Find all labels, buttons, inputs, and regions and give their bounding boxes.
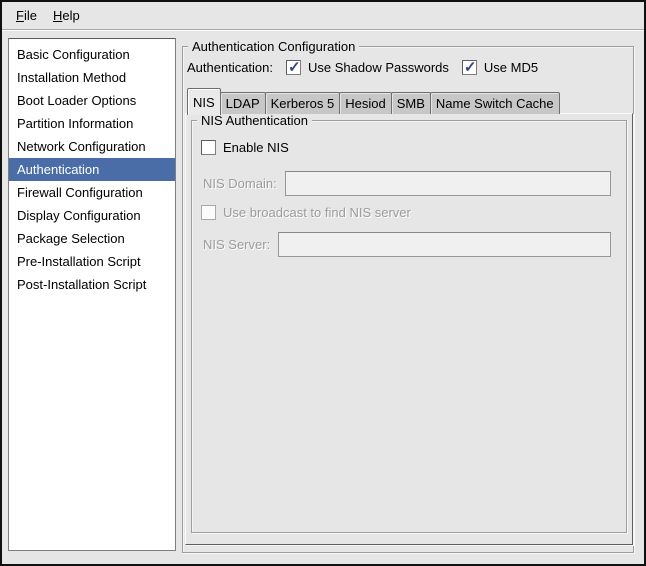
nis-server-row: NIS Server: — [192, 232, 626, 257]
nis-domain-label: NIS Domain: — [203, 171, 277, 196]
sidebar-item-network-configuration[interactable]: Network Configuration — [9, 135, 175, 158]
authentication-configuration-frame: Authentication Configuration Authenticat… — [182, 46, 634, 553]
menu-file[interactable]: File — [8, 5, 45, 26]
authentication-options-row: Authentication: Use Shadow Passwords Use… — [187, 58, 538, 76]
tab-ldap[interactable]: LDAP — [220, 92, 266, 114]
tab-smb[interactable]: SMB — [391, 92, 431, 114]
sidebar-item-display-configuration[interactable]: Display Configuration — [9, 204, 175, 227]
broadcast-label: Use broadcast to find NIS server — [223, 205, 411, 220]
nis-server-input — [278, 232, 611, 257]
broadcast-checkbox — [201, 205, 216, 220]
enable-nis-label: Enable NIS — [223, 140, 289, 155]
menu-help-label: elp — [62, 8, 79, 23]
nis-server-label: NIS Server: — [203, 232, 270, 257]
enable-nis-checkbox[interactable] — [201, 140, 216, 155]
sidebar-item-basic-configuration[interactable]: Basic Configuration — [9, 43, 175, 66]
menu-file-label: ile — [24, 8, 37, 23]
sidebar-item-boot-loader-options[interactable]: Boot Loader Options — [9, 89, 175, 112]
broadcast-option: Use broadcast to find NIS server — [201, 205, 411, 220]
nis-authentication-frame: NIS Authentication Enable NIS NIS Domain… — [191, 120, 627, 533]
sidebar-item-installation-method[interactable]: Installation Method — [9, 66, 175, 89]
sidebar-item-partition-information[interactable]: Partition Information — [9, 112, 175, 135]
tab-bar: NISLDAPKerberos 5HesiodSMBName Switch Ca… — [187, 88, 559, 114]
tab-kerberos-5[interactable]: Kerberos 5 — [265, 92, 341, 114]
tab-nis[interactable]: NIS — [187, 88, 221, 115]
sidebar-item-authentication[interactable]: Authentication — [9, 158, 175, 181]
tab-name-switch-cache[interactable]: Name Switch Cache — [430, 92, 560, 114]
use-shadow-passwords-option[interactable]: Use Shadow Passwords — [286, 60, 449, 75]
sidebar-item-post-installation-script[interactable]: Post-Installation Script — [9, 273, 175, 296]
menu-bar: File Help — [2, 2, 644, 30]
menu-help-mnemonic: H — [53, 8, 62, 23]
nis-domain-row: NIS Domain: — [192, 171, 626, 196]
nis-tab-panel: NIS Authentication Enable NIS NIS Domain… — [185, 113, 633, 545]
sidebar-item-pre-installation-script[interactable]: Pre-Installation Script — [9, 250, 175, 273]
menu-help[interactable]: Help — [45, 5, 88, 26]
use-shadow-passwords-checkbox[interactable] — [286, 60, 301, 75]
authentication-configuration-frame-title: Authentication Configuration — [188, 39, 359, 54]
nis-domain-input — [285, 171, 611, 196]
sidebar-list: Basic ConfigurationInstallation MethodBo… — [8, 38, 176, 551]
sidebar-item-package-selection[interactable]: Package Selection — [9, 227, 175, 250]
menu-file-mnemonic: F — [16, 8, 24, 23]
authentication-label: Authentication: — [187, 60, 286, 75]
nis-authentication-frame-title: NIS Authentication — [197, 113, 312, 128]
sidebar-item-firewall-configuration[interactable]: Firewall Configuration — [9, 181, 175, 204]
enable-nis-option[interactable]: Enable NIS — [201, 140, 289, 155]
use-md5-label: Use MD5 — [484, 60, 538, 75]
use-shadow-passwords-label: Use Shadow Passwords — [308, 60, 449, 75]
use-md5-checkbox[interactable] — [462, 60, 477, 75]
kickstart-configurator-window: File Help Basic ConfigurationInstallatio… — [0, 0, 646, 566]
tab-hesiod[interactable]: Hesiod — [339, 92, 391, 114]
use-md5-option[interactable]: Use MD5 — [462, 60, 538, 75]
